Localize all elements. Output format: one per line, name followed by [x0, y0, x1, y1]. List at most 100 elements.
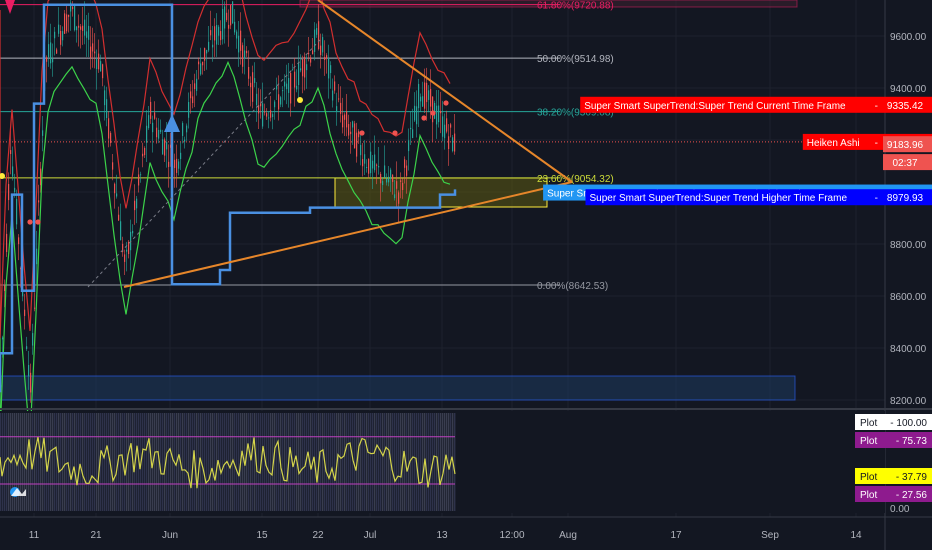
candle-body: [266, 113, 268, 117]
oscillator-bar: [40, 413, 42, 511]
oscillator-bar: [422, 413, 424, 511]
oscillator-bar: [374, 413, 376, 511]
candle-body: [256, 93, 258, 105]
candle-body: [262, 103, 264, 127]
price-label-value-text: 9183.96: [887, 140, 924, 151]
oscillator-bar: [34, 413, 36, 511]
oscillator-bar: [130, 413, 132, 511]
oscillator-bar: [320, 413, 322, 511]
oscillator-bar: [328, 413, 330, 511]
time-tick-label: 17: [670, 530, 682, 541]
candle-body: [12, 166, 14, 177]
candle-body: [102, 64, 104, 79]
oscillator-bar: [376, 413, 378, 511]
time-tick-label: Sep: [761, 530, 779, 541]
oscillator-bar: [76, 413, 78, 511]
candle-body: [362, 159, 364, 167]
oscillator-bar: [116, 413, 118, 511]
candle-body: [312, 50, 314, 55]
candle-body: [40, 168, 42, 186]
candle-body: [94, 51, 96, 54]
price-tick-label: 9400.00: [890, 84, 927, 95]
oscillator-label-value: - 37.79: [896, 472, 928, 483]
candle-body: [98, 53, 100, 70]
candle-body: [58, 24, 60, 34]
candle-body: [60, 30, 62, 45]
oscillator-bar: [84, 413, 86, 511]
candle-body: [28, 365, 30, 377]
oscillator-bar: [42, 413, 44, 511]
oscillator-bar: [80, 413, 82, 511]
candle-body: [270, 110, 272, 118]
candle-body: [176, 158, 178, 173]
candle-body: [180, 152, 182, 160]
chart-canvas[interactable]: 61.80%(9720.88)50.00%(9514.98)38.20%(930…: [0, 0, 932, 550]
candle-body: [76, 26, 78, 31]
oscillator-bar: [348, 413, 350, 511]
time-tick-label: 21: [90, 530, 102, 541]
oscillator-bar: [106, 413, 108, 511]
oscillator-bar: [112, 413, 114, 511]
oscillator-bar: [442, 413, 444, 511]
oscillator-bar: [392, 413, 394, 511]
oscillator-label-name: Plot: [860, 490, 877, 501]
oscillator-bar: [386, 413, 388, 511]
fib-label: 23.60%(9054.32): [537, 174, 614, 185]
oscillator-bar: [250, 413, 252, 511]
oscillator-bar: [428, 413, 430, 511]
candle-body: [436, 105, 438, 125]
candle-body: [18, 237, 20, 245]
candle-body: [158, 129, 160, 139]
candle-body: [278, 94, 280, 110]
oscillator-label-name: Plot: [860, 436, 877, 447]
signal-dot: [297, 97, 303, 103]
oscillator-bar: [276, 413, 278, 511]
oscillator-bar: [170, 413, 172, 511]
candle-body: [6, 233, 8, 253]
oscillator-bar: [190, 413, 192, 511]
oscillator-bar: [98, 413, 100, 511]
candle-body: [300, 68, 302, 71]
oscillator-bar: [326, 413, 328, 511]
oscillator-bar: [268, 413, 270, 511]
oscillator-bar: [146, 413, 148, 511]
oscillator-bar: [420, 413, 422, 511]
candle-body: [400, 180, 402, 182]
candle-body: [96, 59, 98, 70]
oscillator-bar: [236, 413, 238, 511]
oscillator-bar: [230, 413, 232, 511]
oscillator-bar: [186, 413, 188, 511]
oscillator-label-value: - 27.56: [896, 490, 928, 501]
candle-body: [114, 183, 116, 194]
oscillator-bar: [368, 413, 370, 511]
candle-body: [80, 26, 82, 30]
oscillator-bar: [62, 413, 64, 511]
candle-body: [444, 124, 446, 139]
candle-body: [188, 102, 190, 118]
candle-body: [286, 83, 288, 90]
oscillator-bar: [366, 413, 368, 511]
candle-body: [74, 5, 76, 31]
candle-body: [190, 91, 192, 99]
oscillator-bar: [92, 413, 94, 511]
time-tick-label: 13: [436, 530, 448, 541]
fib-label: 0.00%(8642.53): [537, 281, 608, 292]
price-label-value-text: 8979.93: [887, 193, 924, 204]
oscillator-bar: [248, 413, 250, 511]
oscillator-bar: [128, 413, 130, 511]
candle-body: [384, 165, 386, 178]
signal-dot: [392, 130, 398, 136]
time-axis-ticks[interactable]: 11 21 Jun 15 22 Jul 13 12:00 Aug 17 Sep 14: [29, 530, 862, 541]
candle-body: [378, 165, 380, 168]
candle-body: [118, 214, 120, 221]
candle-body: [72, 6, 74, 10]
candle-body: [204, 48, 206, 61]
candle-body: [212, 44, 214, 48]
oscillator-bar: [156, 413, 158, 511]
candle-body: [396, 181, 398, 189]
oscillator-bar: [154, 413, 156, 511]
candle-body: [336, 106, 338, 112]
candle-body: [56, 49, 58, 54]
candle-body: [240, 30, 242, 51]
candle-body: [390, 169, 392, 179]
